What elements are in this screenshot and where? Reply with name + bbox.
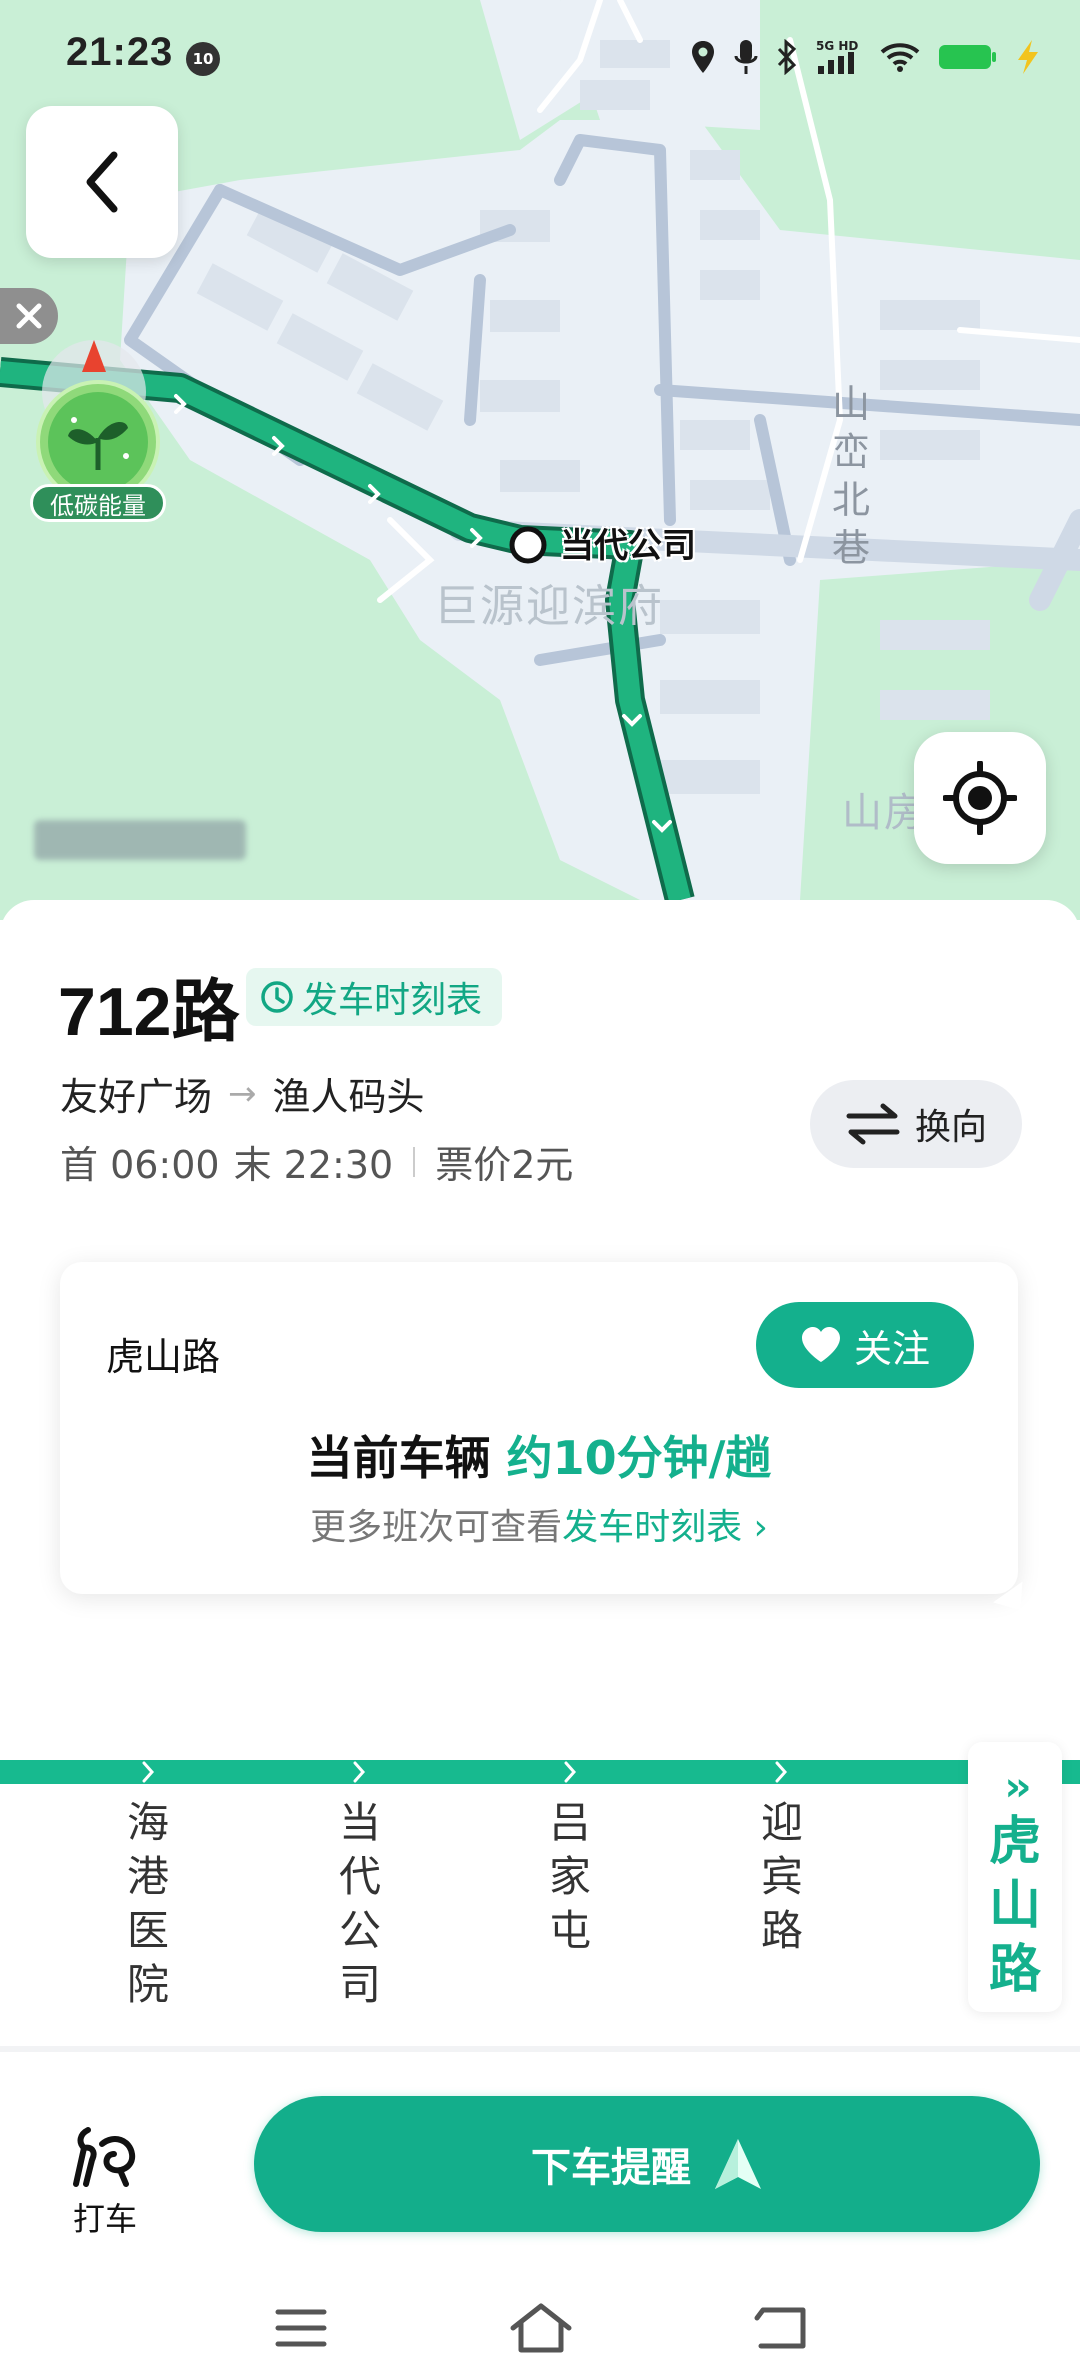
home-button[interactable] [506, 2298, 576, 2358]
wifi-icon [880, 43, 920, 72]
locate-me-button[interactable] [914, 732, 1046, 864]
route-direction: 友好广场 → 渔人码头 [60, 1066, 425, 1121]
route-progress-arrows [142, 1761, 788, 1783]
chevron-right-icon: › [742, 1507, 768, 1548]
clock-icon [261, 981, 293, 1013]
map-provider-logo [34, 820, 246, 860]
stop-item[interactable]: 海港医院 [118, 1796, 178, 2012]
divider [413, 1146, 416, 1177]
heart-icon [801, 1327, 840, 1362]
switch-direction-button[interactable]: 换向 [810, 1080, 1022, 1168]
battery-icon [939, 45, 996, 69]
status-bar: 21:23 10 5G HD [0, 0, 1080, 110]
location-icon [692, 41, 714, 73]
stop-item[interactable]: 当代公司 [330, 1796, 390, 2012]
stop-list[interactable]: 海港医院 当代公司 吕家屯 迎宾路 [0, 1796, 1080, 2009]
close-icon [16, 303, 42, 329]
follow-button[interactable]: 关注 [756, 1302, 974, 1388]
selected-stop-card: 虎山路 关注 当前车辆 约10分钟/趟 更多班次可查看发车时刻表 › [60, 1262, 1036, 1621]
route-name: 712路 [58, 974, 240, 1050]
network-label: 5G HD [816, 39, 858, 53]
vehicle-status: 当前车辆 约10分钟/趟 [60, 1422, 1018, 1488]
alight-reminder-button[interactable]: 下车提醒 [254, 2096, 1040, 2232]
map-street-label: 山峦北巷 [831, 382, 870, 570]
taxi-icon [73, 2127, 136, 2187]
route-destination: 渔人码头 [272, 1075, 425, 1119]
follow-label: 关注 [853, 1326, 930, 1371]
back-nav-icon [754, 2307, 806, 2349]
route-times: 首 06:00 末 22:30 票价2元 [60, 1134, 573, 1189]
status-time: 21:23 [66, 30, 174, 74]
microphone-icon [734, 40, 758, 74]
map-stop-label[interactable]: 当代公司 [560, 518, 696, 567]
last-bus-time: 末 22:30 [233, 1143, 394, 1187]
double-chevron-icon: ›› [1004, 1764, 1032, 1810]
map-view[interactable]: 巨源迎滨府 当代公司 山峦北巷 山房公 21:23 10 5G HD 低碳能量 [0, 0, 1080, 920]
more-text: 更多班次可查看 [310, 1507, 563, 1548]
crosshair-icon [943, 761, 1017, 835]
stop-item[interactable]: 吕家屯 [540, 1796, 600, 1958]
stop-item[interactable]: 迎宾路 [752, 1796, 812, 1958]
route-detail-sheet: 712路 发车时刻表 友好广场 → 渔人码头 首 06:00 末 22:30 票… [0, 900, 1080, 2376]
route-progress-bar [0, 1760, 1080, 1784]
fare: 票价2元 [435, 1143, 574, 1187]
selected-stop-marker[interactable]: ›› 虎山路 [968, 1742, 1062, 2012]
first-bus-time: 首 06:00 [60, 1143, 220, 1187]
menu-button[interactable] [266, 2298, 336, 2358]
menu-icon [275, 2309, 327, 2347]
schedule-button[interactable]: 发车时刻表 [246, 968, 503, 1026]
card-tail [992, 1581, 1036, 1621]
eco-badge-label: 低碳能量 [30, 484, 166, 522]
notification-badge: 10 [186, 42, 220, 76]
arrow-right-icon: → [228, 1073, 257, 1114]
schedule-link[interactable]: 发车时刻表 [562, 1507, 742, 1548]
map-poi-label: 巨源迎滨府 [434, 581, 664, 632]
home-icon [510, 2303, 572, 2353]
alight-reminder-label: 下车提醒 [531, 2145, 691, 2191]
selected-stop-strip-name: 虎山路 [988, 1812, 1041, 2000]
schedule-label: 发车时刻表 [302, 980, 483, 1021]
taxi-button[interactable]: 打车 [60, 2116, 150, 2238]
back-button[interactable] [26, 106, 178, 258]
chevron-left-icon [86, 151, 118, 213]
switch-direction-label: 换向 [914, 1107, 987, 1148]
signal-5g-icon: 5G HD [816, 39, 858, 74]
more-schedules: 更多班次可查看发车时刻表 › [60, 1498, 1018, 1550]
divider [0, 2046, 1080, 2052]
navigation-arrow-icon [715, 2139, 761, 2189]
current-stop-marker [509, 526, 547, 564]
charging-icon [1018, 40, 1038, 74]
route-origin: 友好广场 [60, 1075, 213, 1119]
system-navigation-bar [0, 2268, 1080, 2376]
selected-stop-name: 虎山路 [106, 1335, 221, 1379]
status-icons: 5G HD [690, 34, 1040, 80]
back-nav-button[interactable] [746, 2298, 816, 2358]
taxi-label: 打车 [72, 2200, 137, 2238]
bluetooth-icon [777, 39, 797, 75]
vehicle-prefix: 当前车辆 [306, 1431, 491, 1485]
sprout-icon [36, 340, 160, 500]
eco-energy-badge[interactable]: 低碳能量 [30, 330, 170, 530]
vehicle-frequency: 约10分钟/趟 [506, 1431, 772, 1485]
swap-icon [846, 1103, 900, 1145]
